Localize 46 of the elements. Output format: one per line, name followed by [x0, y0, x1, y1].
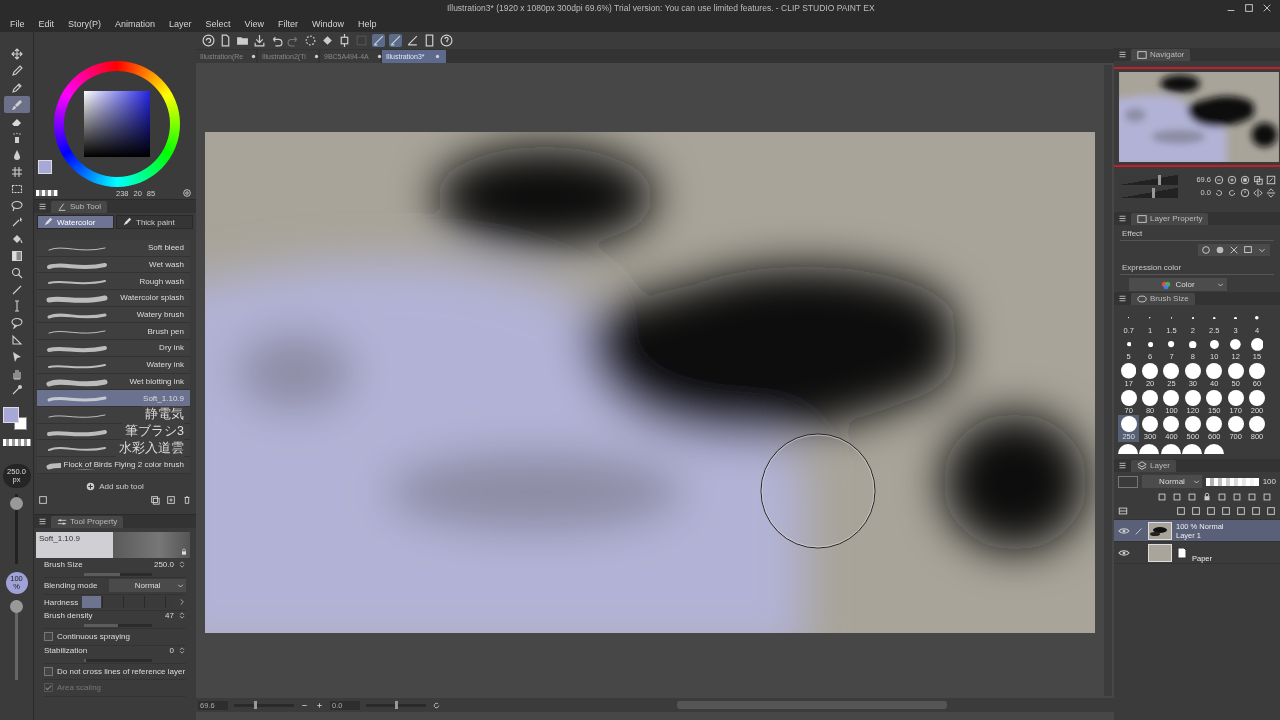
sub-tool-item[interactable]: 筆ブラシ3 — [37, 423, 190, 441]
menu-item[interactable]: Edit — [31, 19, 62, 29]
menu-item[interactable]: Filter — [270, 19, 305, 29]
panel-tab[interactable]: Navigator — [1131, 48, 1191, 61]
menu-item[interactable]: Help — [351, 19, 384, 29]
window-title: Illustration3* (1920 x 1080px 300dpi 69.6%) Trial version: You can use limited features. - CLIP STUDIO PAINT EX — [447, 3, 875, 13]
panel-tab[interactable]: Layer Property — [1131, 212, 1209, 225]
menu-item[interactable]: Window — [304, 19, 351, 29]
sub-tool-item[interactable]: Dry ink — [37, 340, 190, 357]
property-label: Stabilization — [44, 645, 88, 655]
menu-item[interactable]: Select — [198, 19, 238, 29]
property-label: Blending mode — [44, 581, 98, 591]
menu-item[interactable]: Layer — [162, 19, 199, 29]
effect-label: Effect — [1120, 227, 1274, 241]
menu-item[interactable]: Story(P) — [61, 19, 109, 29]
panel-tab[interactable]: Sub Tool — [51, 200, 107, 213]
property-value[interactable]: 250.0 — [153, 560, 174, 569]
blending-mode-dropdown[interactable]: Normal — [109, 579, 186, 593]
panel-tab[interactable]: Tool Property — [51, 515, 124, 528]
property-label: Hardness — [44, 597, 79, 607]
property-value[interactable]: 47 — [165, 611, 174, 620]
panel-tab[interactable]: Brush Size — [1131, 292, 1195, 305]
add-sub-tool-button[interactable]: Add sub tool — [34, 478, 196, 495]
layer-blending-dropdown[interactable]: Normal — [1142, 475, 1202, 488]
checkbox-label: Continuous spraying — [57, 632, 130, 642]
menu-item[interactable]: Animation — [108, 19, 163, 29]
preset-name: Soft_1.10.9 — [38, 533, 81, 545]
expression-color-dropdown[interactable]: Color — [1129, 278, 1227, 291]
property-label: Brush Size — [44, 560, 83, 569]
sub-tool-item[interactable]: Soft_1.10.9 — [37, 390, 190, 407]
expression-color-label: Expression color — [1120, 261, 1274, 275]
sub-tool-item[interactable]: Watercolor splash — [37, 290, 190, 307]
sub-tool-group-tab[interactable]: Watercolor — [37, 215, 114, 229]
menu-item[interactable]: View — [237, 19, 271, 29]
sub-tool-item[interactable]: 水彩入道雲 — [37, 440, 190, 457]
sub-tool-item[interactable]: Brush pen — [37, 323, 190, 341]
sub-tool-item[interactable]: Soft bleed — [37, 240, 190, 257]
property-value[interactable]: 0 — [169, 645, 174, 655]
panel-tab[interactable]: Layer — [1131, 459, 1176, 472]
sub-tool-group-tab[interactable]: Thick paint — [116, 215, 193, 229]
property-label: Brush density — [44, 611, 93, 620]
sub-tool-item[interactable]: Rough wash — [37, 273, 190, 291]
layer-opacity-value[interactable]: 100 — [1262, 477, 1276, 486]
menu-item[interactable]: File — [3, 19, 32, 29]
sub-tool-item[interactable]: 静電気 — [37, 406, 190, 424]
checkbox-label: Do not cross lines of reference layer — [57, 666, 186, 676]
